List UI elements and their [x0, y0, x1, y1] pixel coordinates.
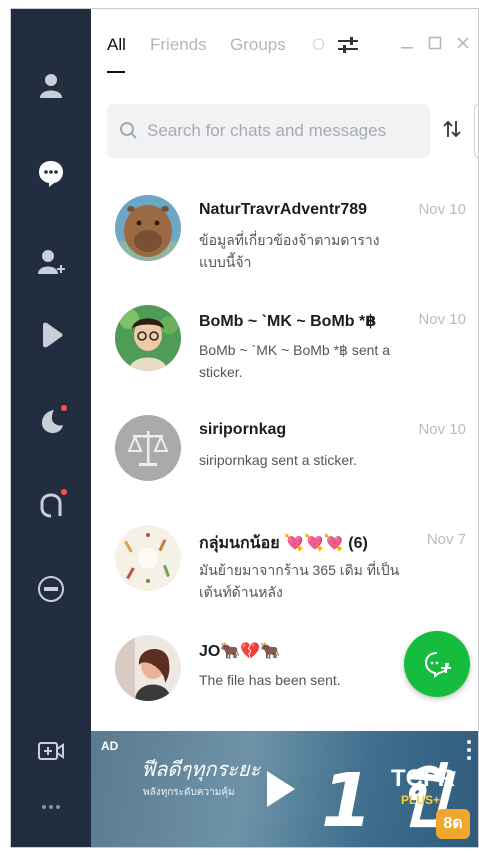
new-chat-icon [424, 652, 451, 678]
avatar [115, 635, 181, 701]
tab-other[interactable]: O [312, 35, 325, 55]
add-friend-icon [38, 250, 65, 274]
chat-preview: siripornkag sent a sticker. [199, 452, 357, 468]
chat-date: Nov 10 [418, 201, 466, 218]
openchat-nav-button[interactable] [31, 485, 71, 525]
chat-item[interactable]: กลุ่มนกน้อย 💘💘💘 (6) มันย้ายมาจากร้าน 365… [91, 519, 478, 629]
sort-button[interactable] [443, 119, 461, 144]
ad-more-button[interactable] [466, 739, 472, 766]
chat-preview: The file has been sent. [199, 672, 341, 688]
chat-date: Nov 10 [418, 311, 466, 328]
avatar [115, 305, 181, 371]
avatar [115, 415, 181, 481]
chat-preview: BoMb ~ `MK ~ BoMb *฿ sent a sticker. [199, 342, 390, 380]
avatar [115, 195, 181, 261]
chat-date: Nov 10 [418, 421, 466, 438]
filter-settings-button[interactable] [337, 35, 359, 60]
play-arrow-icon [43, 322, 63, 348]
chat-bubble-icon [39, 161, 63, 187]
search-icon [120, 122, 137, 139]
video-call-nav-button[interactable] [31, 731, 71, 771]
voom-nav-button[interactable] [31, 315, 71, 355]
new-chat-button[interactable] [404, 631, 470, 697]
active-tab-indicator [107, 71, 125, 73]
notification-dot [61, 405, 67, 411]
close-icon [457, 37, 469, 49]
chat-date: Nov 7 [426, 531, 466, 548]
sliders-icon [338, 37, 358, 53]
vertical-dots-icon [467, 740, 471, 760]
chat-name: JO🐂💔🐂 [199, 643, 281, 660]
ad-headline: ฟีลดีๆทุกระยะ [141, 757, 261, 781]
collapsed-panel-handle[interactable] [474, 103, 478, 159]
tab-all[interactable]: All [107, 35, 126, 55]
chat-name: siripornkag [199, 421, 287, 438]
more-dots-icon [42, 805, 60, 809]
minimize-icon [401, 47, 413, 49]
close-button[interactable] [451, 31, 475, 55]
chat-item[interactable]: NaturTravrAdventr789 ข้อมูลที่เกี่ยวข้อง… [91, 189, 478, 299]
ad-price-badge: 8ด [436, 809, 470, 839]
chat-name: กลุ่มนกน้อย 💘💘💘 (6) [199, 535, 368, 552]
chat-name: NaturTravrAdventr789 [199, 201, 368, 218]
maximize-button[interactable] [423, 31, 447, 55]
sidebar [11, 9, 91, 847]
search-box [107, 104, 430, 158]
play-icon [267, 771, 295, 807]
person-icon [40, 74, 62, 98]
avatar [115, 525, 181, 591]
chat-item[interactable]: BoMb ~ `MK ~ BoMb *฿ BoMb ~ `MK ~ BoMb *… [91, 299, 478, 409]
chat-preview: ข้อมูลที่เกี่ยวข้องจ้าตามดาราง แบบนี้จ้า [199, 232, 380, 270]
chats-nav-button[interactable] [31, 153, 71, 193]
ad-brand-plus: PLUS+ [401, 793, 441, 807]
ad-banner[interactable]: AD ฟีลดีๆทุกระยะ พลังทุกระดับความคุ้ม 1 … [91, 731, 478, 847]
ad-tag: AD [101, 739, 119, 753]
chat-preview: มันย้ายมาจากร้าน 365 เดิม ที่เป็นเต้นท์ด… [199, 562, 400, 600]
chat-item[interactable]: siripornkag siripornkag sent a sticker. … [91, 409, 478, 519]
line-logo-icon [38, 576, 64, 602]
sort-arrows-icon [443, 120, 461, 138]
search-input[interactable] [147, 104, 422, 158]
chat-name: BoMb ~ `MK ~ BoMb *฿ [199, 313, 377, 330]
app-window: All Friends Groups O Search for chats an… [10, 8, 479, 848]
chat-filter-tabs: All Friends Groups O [91, 9, 478, 79]
add-friend-nav-button[interactable] [31, 241, 71, 281]
tab-friends[interactable]: Friends [150, 35, 207, 55]
more-nav-button[interactable] [31, 787, 71, 827]
today-nav-button[interactable] [31, 401, 71, 441]
minimize-button[interactable] [395, 31, 419, 55]
maximize-icon [428, 36, 442, 50]
friends-nav-button[interactable] [31, 65, 71, 105]
ad-subtext: พลังทุกระดับความคุ้ม [143, 787, 235, 798]
video-call-icon [38, 742, 64, 760]
chat-panel: All Friends Groups O Search for chats an… [91, 9, 478, 847]
line-service-nav-button[interactable] [31, 569, 71, 609]
tab-groups[interactable]: Groups [230, 35, 286, 55]
ad-brand: TCFR [391, 765, 455, 792]
notification-dot [61, 489, 67, 495]
